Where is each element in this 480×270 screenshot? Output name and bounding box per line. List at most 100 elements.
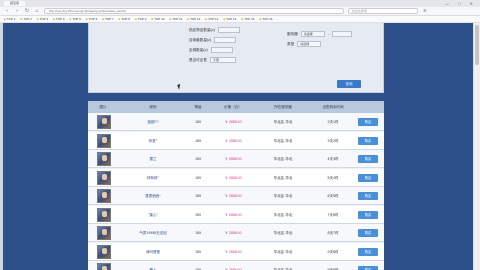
nickname-cell[interactable]: 仲夏° xyxy=(118,132,188,150)
character-avatar[interactable] xyxy=(97,115,111,129)
filter-row-pet-count: 召唤兽数量(≥) xyxy=(189,37,237,43)
level-cell: 159 xyxy=(195,268,201,270)
bookmark-item[interactable]: TOP 16 xyxy=(259,17,272,21)
scrollbar-thumb[interactable] xyxy=(475,25,479,65)
price-cell: ￥ 2888.00 xyxy=(224,157,242,161)
bookmark-item[interactable]: TOP 1 xyxy=(4,17,16,21)
level-cell: 159 xyxy=(195,138,201,143)
forward-icon[interactable]: › xyxy=(14,8,20,14)
filter-row-item-count: 指定物品数量(≥) xyxy=(189,27,240,33)
character-avatar[interactable] xyxy=(97,244,111,259)
bookmark-item[interactable]: TOP 13 xyxy=(205,17,218,21)
server-cell: 华北区-华北 xyxy=(273,268,293,270)
url-input[interactable]: http://xyq.cbg.163.com/cgi-bin/query.py?… xyxy=(44,8,344,14)
table-row: 仲夏° 159 ￥ 2888.00 华北区-华北 3天2时 购买 xyxy=(88,131,384,150)
server-cell: 华北区-华北 xyxy=(273,212,293,217)
back-icon[interactable]: ‹ xyxy=(4,8,10,14)
buy-button[interactable]: 购买 xyxy=(358,118,378,126)
bookmark-item[interactable]: TOP 3 xyxy=(37,17,49,21)
level-cell: 159 xyxy=(195,249,201,254)
character-avatar[interactable] xyxy=(97,133,111,148)
bookmark-item[interactable]: TOP 15 xyxy=(241,17,254,21)
price-cell: ￥ 2888.00 xyxy=(224,175,242,180)
bookmark-item[interactable]: TOP 7 xyxy=(102,17,114,21)
remaining-time-cell: 5天4时 xyxy=(327,175,339,180)
table-row: 饭团?? 159 ￥ 2888.00 华北区-华北 2天1时 购买 xyxy=(88,113,384,131)
nickname-cell[interactable]: 潇潇洒洒~ xyxy=(118,187,188,205)
level-cell: 159 xyxy=(195,194,201,198)
character-avatar[interactable] xyxy=(97,226,111,240)
header-remaining-time[interactable]: 出售剩余时间 xyxy=(308,101,358,113)
nickname-cell[interactable]: 饭团?? xyxy=(118,113,188,131)
mount-count-input[interactable] xyxy=(210,47,233,53)
window-controls[interactable]: — □ ✕ xyxy=(445,1,477,6)
bookmark-item[interactable]: TOP 4 xyxy=(53,17,65,21)
nickname-cell[interactable]: 糖人 xyxy=(118,261,188,270)
buy-button[interactable]: 购买 xyxy=(358,229,378,237)
bookmark-item[interactable]: TOP 9 xyxy=(135,17,147,21)
server-select[interactable]: 请选择 xyxy=(300,31,325,37)
table-row: 糖人 159 ￥ 2888.00 华北区-华北 9天9时 购买 xyxy=(88,261,384,270)
vertical-scrollbar[interactable] xyxy=(473,23,480,270)
level-cell: 159 xyxy=(195,120,201,124)
buy-button[interactable]: 购买 xyxy=(358,192,378,200)
buy-button[interactable]: 购买 xyxy=(358,247,378,256)
home-icon[interactable]: ⌂ xyxy=(34,8,40,14)
remaining-time-cell: 9天8时 xyxy=(327,249,339,254)
nickname-cell[interactable]: 气质19988无法回 xyxy=(118,224,188,242)
pet-count-input[interactable] xyxy=(214,37,237,43)
price-cell: ￥ 2888.00 xyxy=(224,249,242,254)
server-cell: 华北区-华北 xyxy=(273,194,293,198)
bookmark-item[interactable]: TOP 10 xyxy=(151,17,164,21)
table-row: 我叫爸爸 159 ￥ 2888.00 华北区-华北 9天8时 购买 xyxy=(88,242,384,261)
header-image: 图片 xyxy=(99,105,107,109)
menu-icon[interactable]: ≡ xyxy=(422,8,428,14)
bookmark-item[interactable]: TOP 6 xyxy=(86,17,98,21)
level-cell: 159 xyxy=(195,212,201,217)
table-row: 潇潇洒洒~ 159 ￥ 2888.00 华北区-华北 6天5时 购买 xyxy=(88,187,384,205)
server-range-input[interactable] xyxy=(331,31,352,37)
nickname-cell[interactable]: °蜜心° xyxy=(118,206,188,224)
nickname-cell[interactable]: 我叫爸爸 xyxy=(118,243,188,261)
character-avatar[interactable] xyxy=(97,189,111,203)
filter-row-type: 类型 请选择 xyxy=(287,41,322,47)
buy-button[interactable]: 购买 xyxy=(358,210,378,219)
nickname-cell[interactable]: 雪兰 xyxy=(118,150,188,168)
filter-row-sellable: 是否可出售 不限 xyxy=(189,57,236,63)
buy-button[interactable]: 购买 xyxy=(358,155,378,163)
header-price[interactable]: 价格（元） xyxy=(208,101,258,113)
price-cell: ￥ 2888.00 xyxy=(224,138,242,143)
refresh-icon[interactable]: ↻ xyxy=(24,8,30,14)
remaining-time-cell: 6天5时 xyxy=(327,194,339,198)
browser-tab[interactable]: 藏宝阁 xyxy=(4,1,26,6)
level-cell: 159 xyxy=(195,231,201,235)
table-row: 气质19988无法回 159 ￥ 2888.00 华北区-华北 8天7时 购买 xyxy=(88,224,384,242)
buy-button[interactable]: 购买 xyxy=(358,266,378,270)
search-input[interactable]: 在此处搜索 xyxy=(348,8,418,14)
bookmark-item[interactable]: TOP 8 xyxy=(119,17,130,21)
remaining-time-cell: 2天1时 xyxy=(327,120,339,124)
type-select[interactable]: 请选择 xyxy=(297,41,322,47)
bookmark-item[interactable]: TOP 5 xyxy=(70,17,81,21)
character-avatar[interactable] xyxy=(97,170,111,185)
buy-button[interactable]: 购买 xyxy=(358,136,378,145)
bookmark-item[interactable]: TOP 11 xyxy=(169,17,182,21)
remaining-time-cell: 4天3时 xyxy=(327,157,339,161)
bookmark-item[interactable]: TOP 12 xyxy=(187,17,200,21)
filter-label: 召唤兽数量(≥) xyxy=(189,37,212,42)
server-cell: 华北区-华北 xyxy=(273,249,293,254)
character-avatar[interactable] xyxy=(97,207,111,222)
nickname-cell[interactable]: 林林林° xyxy=(118,169,188,187)
character-avatar[interactable] xyxy=(97,263,111,270)
query-button[interactable]: 查询 xyxy=(337,80,361,88)
sellable-select[interactable]: 不限 xyxy=(209,57,236,63)
buy-button[interactable]: 购买 xyxy=(358,173,378,182)
server-cell: 华北区-华北 xyxy=(273,138,293,143)
item-count-input[interactable] xyxy=(217,27,240,33)
bookmark-item[interactable]: TOP 14 xyxy=(223,17,236,21)
character-avatar[interactable] xyxy=(97,152,111,166)
bookmark-item[interactable]: TOP 2 xyxy=(20,17,32,21)
price-cell: ￥ 2888.00 xyxy=(224,268,242,270)
filter-row-server: 服务器 请选择 - xyxy=(287,31,352,37)
filter-label: 指定物品数量(≥) xyxy=(189,27,215,32)
